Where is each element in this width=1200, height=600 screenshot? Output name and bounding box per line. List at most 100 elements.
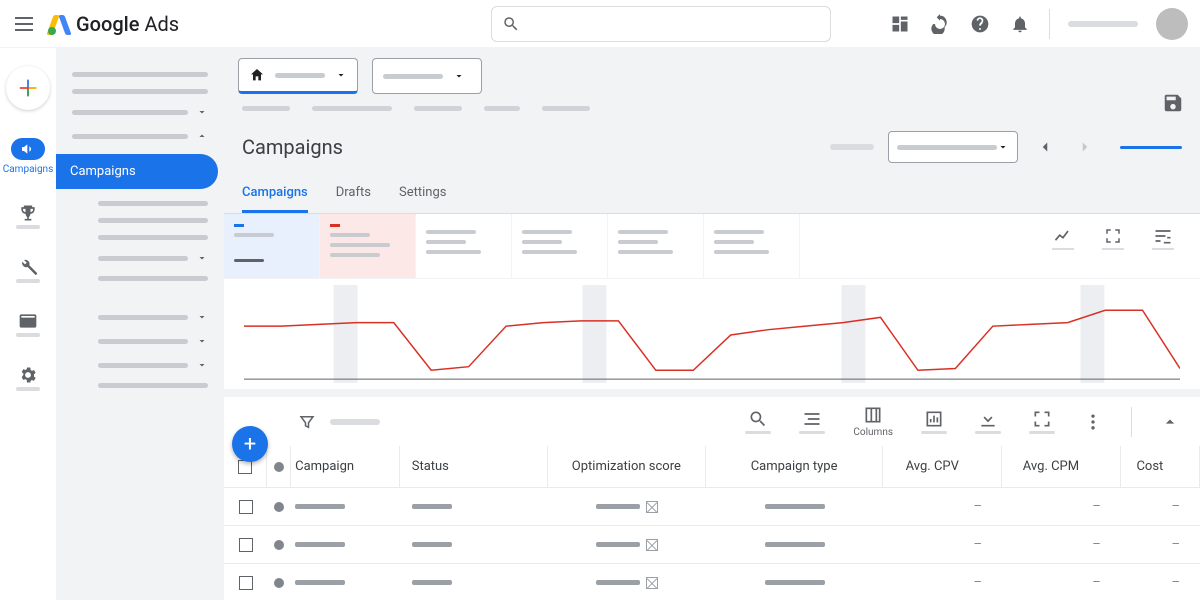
opt-box-icon [646,539,658,551]
tree-item[interactable] [62,83,218,100]
search-field[interactable] [530,16,820,31]
prev-period-button[interactable] [1032,134,1058,160]
rail-campaigns[interactable]: Campaigns [3,138,54,175]
next-period-button[interactable] [1072,134,1098,160]
tree-subitem[interactable] [88,195,218,212]
cpv-value: – [883,537,1002,552]
scope-row [224,48,1200,94]
tree-subitem[interactable] [88,229,218,246]
tree-item-expanded[interactable] [62,124,218,148]
filter-icon[interactable] [298,413,316,431]
col-optimization[interactable]: Optimization score [548,446,706,487]
scorecard[interactable] [320,214,416,278]
product-logo[interactable]: Google Ads [48,12,179,36]
expand-button[interactable] [1102,228,1124,250]
tree-subitem[interactable] [88,270,218,287]
new-campaign-button[interactable]: + [232,426,268,462]
gear-icon [18,365,38,385]
row-checkbox[interactable] [239,500,253,514]
search-table-button[interactable] [745,409,771,434]
nav-rail: Campaigns [0,48,56,600]
col-campaign[interactable]: Campaign [291,446,400,487]
performance-chart[interactable] [224,279,1200,389]
rail-billing[interactable] [16,311,40,337]
save-icon[interactable] [1162,92,1186,116]
page-title: Campaigns [242,135,343,159]
filter-label [330,419,380,425]
scope-selector-account[interactable] [238,58,358,94]
table-row[interactable]: ––– [224,526,1200,564]
tab-drafts[interactable]: Drafts [336,175,371,213]
reports-icon[interactable] [889,13,911,35]
status-dot[interactable] [274,502,284,512]
chevron-right-icon [1076,138,1094,156]
scorecard[interactable] [512,214,608,278]
tab-campaigns[interactable]: Campaigns [242,175,308,213]
table-row[interactable]: ––– [224,564,1200,600]
tools-icon [18,257,38,277]
divider [1049,9,1050,39]
more-button[interactable] [1083,412,1103,432]
adjust-button[interactable] [1152,228,1174,250]
chart-type-button[interactable] [1052,228,1074,250]
tree-subitem[interactable] [88,353,218,377]
scorecard[interactable] [608,214,704,278]
tree-item-campaigns[interactable]: Campaigns [56,154,218,189]
bar-chart-icon [924,409,944,429]
notifications-icon[interactable] [1009,13,1031,35]
refresh-icon[interactable] [929,13,951,35]
segment-button[interactable] [799,409,825,434]
help-icon[interactable] [969,13,991,35]
collapse-button[interactable] [1160,412,1180,432]
avatar[interactable] [1156,8,1188,40]
tree-subitem[interactable] [88,246,218,270]
col-cost[interactable]: Cost [1121,446,1200,487]
download-button[interactable] [975,409,1001,434]
campaigns-table: Campaign Status Optimization score Campa… [224,446,1200,600]
col-cpv[interactable]: Avg. CPV [883,446,1002,487]
rail-admin[interactable] [16,365,40,391]
col-type[interactable]: Campaign type [706,446,884,487]
status-dot[interactable] [274,578,284,588]
scorecard[interactable] [416,214,512,278]
tree-item[interactable] [62,66,218,83]
campaign-name[interactable] [295,580,345,585]
segment-icon [802,409,822,429]
table-row[interactable]: ––– [224,488,1200,526]
show-chart-toggle[interactable] [1120,146,1182,149]
expand-table-button[interactable] [1029,409,1055,434]
row-checkbox[interactable] [239,576,253,590]
create-button[interactable] [6,66,50,110]
rail-tools[interactable] [16,257,40,283]
tree-subitem[interactable] [88,377,218,394]
col-cpm[interactable]: Avg. CPM [1002,446,1121,487]
rail-goals[interactable] [16,203,40,229]
tune-icon [1153,226,1173,246]
expand-icon [1032,409,1052,429]
tab-settings[interactable]: Settings [399,175,446,213]
cpv-value: – [883,499,1002,514]
chevron-down-icon [196,252,208,264]
date-range-selector[interactable] [888,131,1018,163]
tree-item-expandable[interactable] [62,100,218,124]
search-input[interactable] [491,6,831,42]
tree-subitem[interactable] [88,329,218,353]
row-checkbox[interactable] [239,538,253,552]
tree-subitem[interactable] [88,212,218,229]
app-header: Google Ads [0,0,1200,48]
col-status[interactable]: Status [400,446,548,487]
scope-selector-campaign[interactable] [372,58,482,94]
scorecard[interactable] [704,214,800,278]
campaign-name[interactable] [295,542,345,547]
side-panel: Campaigns [56,48,224,600]
columns-button[interactable]: Columns [853,405,893,438]
more-vert-icon [1083,412,1103,432]
tree-subitem[interactable] [88,305,218,329]
scorecard[interactable] [224,214,320,278]
status-dot[interactable] [274,540,284,550]
menu-icon[interactable] [12,12,36,36]
ads-logo-icon [48,13,70,35]
header-actions [889,8,1188,40]
campaign-name[interactable] [295,504,345,509]
reports-button[interactable] [921,409,947,434]
